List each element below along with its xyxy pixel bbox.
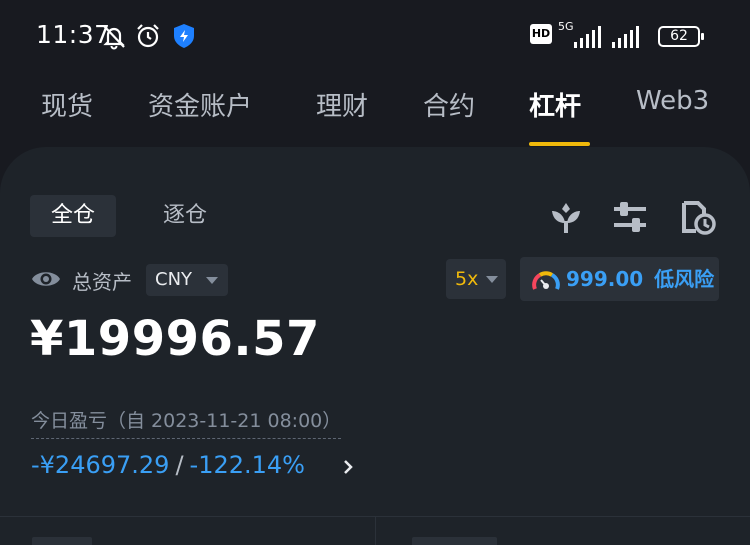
tab-earn[interactable]: 理财 bbox=[316, 86, 368, 123]
earn-icon[interactable] bbox=[548, 199, 584, 235]
currency-value: CNY bbox=[155, 269, 193, 290]
pnl-percent: -122.14% bbox=[189, 451, 305, 479]
total-assets-label: 总资产 bbox=[72, 270, 132, 294]
risk-value: 999.00 bbox=[566, 267, 644, 291]
tab-spot[interactable]: 现货 bbox=[41, 86, 93, 123]
cut-off-content bbox=[32, 537, 92, 545]
column-divider bbox=[375, 517, 376, 545]
tab-funding[interactable]: 资金账户 bbox=[148, 86, 252, 123]
chevron-right-icon[interactable] bbox=[342, 459, 354, 479]
chevron-down-icon bbox=[206, 277, 218, 284]
tab-margin[interactable]: 杠杆 bbox=[529, 86, 581, 123]
signal-icon bbox=[574, 26, 606, 52]
isolated-margin-tab[interactable]: 逐仓 bbox=[140, 195, 230, 237]
pnl-amount: -¥24697.29 bbox=[31, 451, 170, 479]
active-tab-indicator bbox=[529, 142, 590, 146]
tab-web3[interactable]: Web3 bbox=[636, 86, 709, 116]
chevron-down-icon bbox=[486, 276, 498, 283]
total-assets-amount: ¥19996.57 bbox=[30, 311, 320, 367]
cut-off-content bbox=[412, 537, 497, 545]
settings-sliders-icon[interactable] bbox=[612, 199, 648, 235]
risk-gauge-icon bbox=[532, 266, 560, 310]
shield-icon bbox=[172, 22, 196, 54]
tab-futures[interactable]: 合约 bbox=[423, 86, 475, 123]
risk-label: 低风险 bbox=[654, 267, 715, 291]
risk-level-button[interactable]: 999.00 低风险 bbox=[520, 257, 719, 301]
signal-icon bbox=[612, 26, 644, 52]
today-pnl-values[interactable]: -¥24697.29/-122.14% bbox=[31, 451, 305, 479]
cross-margin-tab[interactable]: 全仓 bbox=[30, 195, 116, 237]
eye-icon[interactable] bbox=[31, 267, 61, 295]
battery-icon: 62 bbox=[658, 26, 704, 47]
status-bar: 11:37 HD 5G 62 bbox=[0, 0, 750, 72]
leverage-value: 5x bbox=[455, 268, 479, 290]
bell-muted-icon bbox=[100, 22, 128, 54]
pnl-separator: / bbox=[175, 451, 184, 479]
hd-badge: HD bbox=[530, 24, 552, 44]
network-type: 5G bbox=[558, 20, 574, 33]
history-icon[interactable] bbox=[680, 199, 716, 235]
account-tabs: 现货 资金账户 理财 合约 杠杆 Web3 bbox=[0, 80, 750, 148]
today-pnl-label[interactable]: 今日盈亏（自 2023-11-21 08:00） bbox=[31, 406, 342, 439]
leverage-select[interactable]: 5x bbox=[446, 259, 506, 299]
alarm-icon bbox=[134, 22, 162, 54]
currency-select[interactable]: CNY bbox=[146, 264, 228, 296]
